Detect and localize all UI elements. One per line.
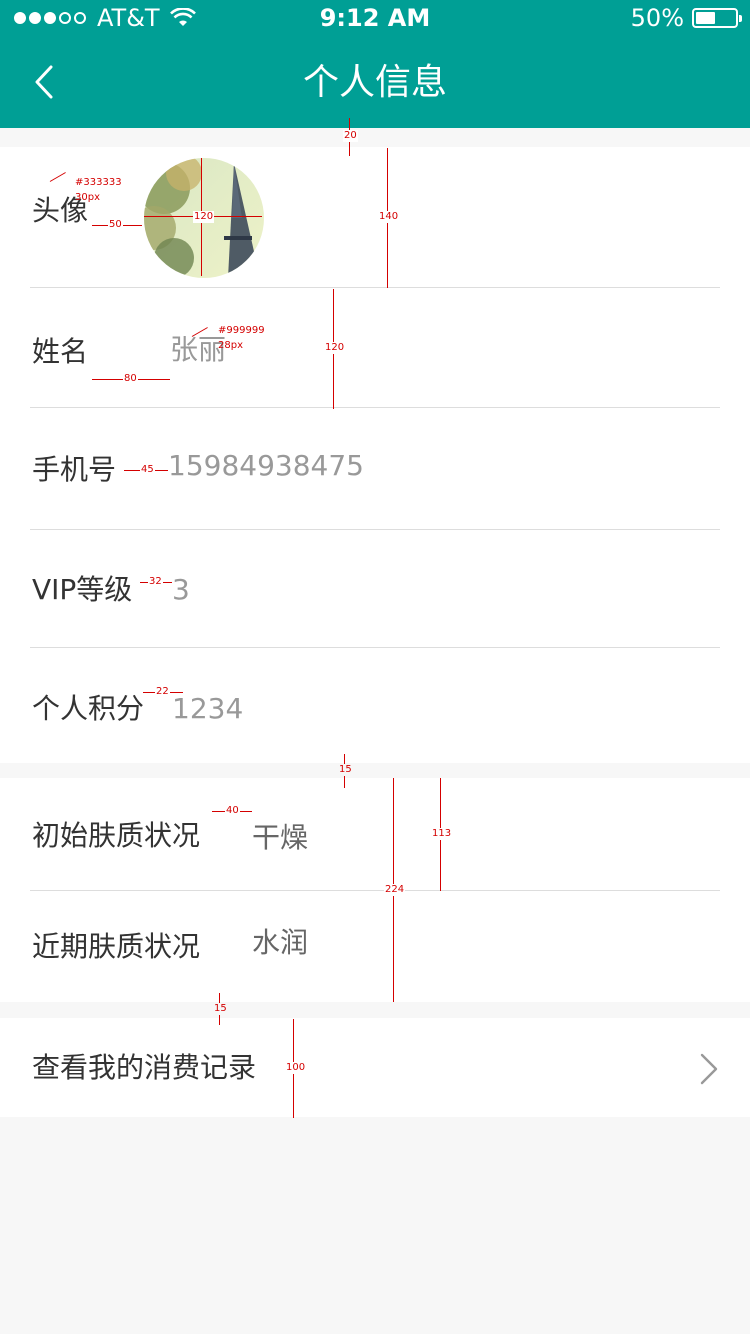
- annotation-skin-section: 224: [384, 884, 406, 896]
- records-label: 查看我的消费记录: [32, 1051, 257, 1084]
- records-section: 查看我的消费记录: [0, 1018, 750, 1117]
- profile-section: 头像 姓名 张丽 手机号 15984938475 VIP等级 3 个人积分 12…: [0, 147, 750, 763]
- skin-recent-value: 水润: [252, 926, 309, 959]
- annotation-avatar-row: 140: [378, 211, 400, 223]
- phone-value: 15984938475: [168, 449, 364, 482]
- annotation-row-height: 120: [324, 342, 346, 354]
- header: AT&T 9:12 AM 50% 个人信息: [0, 0, 750, 128]
- annotation-vip-gap: 32: [148, 576, 163, 588]
- skin-initial-row[interactable]: 初始肤质状况 干燥: [30, 778, 720, 891]
- annotation-avatar-gap: 50: [108, 219, 123, 231]
- annotation-label-size: 30px: [75, 192, 100, 203]
- skin-initial-label: 初始肤质状况: [32, 819, 201, 852]
- annotation-phone-gap: 45: [140, 464, 155, 476]
- name-label: 姓名: [32, 335, 89, 368]
- annotation-value-color: #999999: [218, 325, 265, 336]
- avatar-row[interactable]: 头像: [30, 147, 720, 288]
- battery-group: 50%: [630, 4, 742, 32]
- battery-icon: [692, 8, 742, 28]
- annotation-section-gap: 15: [338, 764, 353, 776]
- vip-row[interactable]: VIP等级 3: [30, 530, 720, 648]
- vip-value: 3: [172, 573, 190, 606]
- vip-label: VIP等级: [32, 573, 133, 606]
- annotation-name-gap: 80: [123, 373, 138, 385]
- annotation-gap-top: 20: [343, 130, 358, 142]
- points-label: 个人积分: [32, 692, 145, 725]
- battery-fill: [696, 12, 715, 24]
- points-value: 1234: [172, 692, 244, 725]
- annotation-skin-row: 113: [431, 828, 453, 840]
- skin-section: 初始肤质状况 干燥 近期肤质状况 水润: [0, 778, 750, 1002]
- skin-initial-value: 干燥: [252, 821, 309, 854]
- battery-tip: [739, 15, 742, 22]
- annotation-label-color: #333333: [75, 177, 122, 188]
- annotation-avatar-size: 120: [193, 211, 215, 223]
- skin-recent-row[interactable]: 近期肤质状况 水润: [30, 891, 720, 1002]
- status-bar: AT&T 9:12 AM 50%: [0, 0, 750, 40]
- annotation-section-gap-2: 15: [213, 1003, 228, 1015]
- battery-percent: 50%: [630, 4, 684, 32]
- page-title: 个人信息: [302, 62, 447, 103]
- annotation-records-h: 100: [285, 1062, 307, 1074]
- annotation-skin-gap: 40: [225, 805, 240, 817]
- annotation-points-gap: 22: [155, 686, 170, 698]
- annotation-value-size: 28px: [218, 340, 243, 351]
- phone-label: 手机号: [32, 453, 117, 486]
- phone-row[interactable]: 手机号 15984938475: [30, 408, 720, 530]
- name-row[interactable]: 姓名 张丽: [30, 288, 720, 408]
- consumption-records-row[interactable]: 查看我的消费记录: [30, 1018, 720, 1117]
- skin-recent-label: 近期肤质状况: [32, 930, 201, 963]
- points-row[interactable]: 个人积分 1234: [30, 648, 720, 763]
- chevron-right-icon: [700, 1053, 718, 1085]
